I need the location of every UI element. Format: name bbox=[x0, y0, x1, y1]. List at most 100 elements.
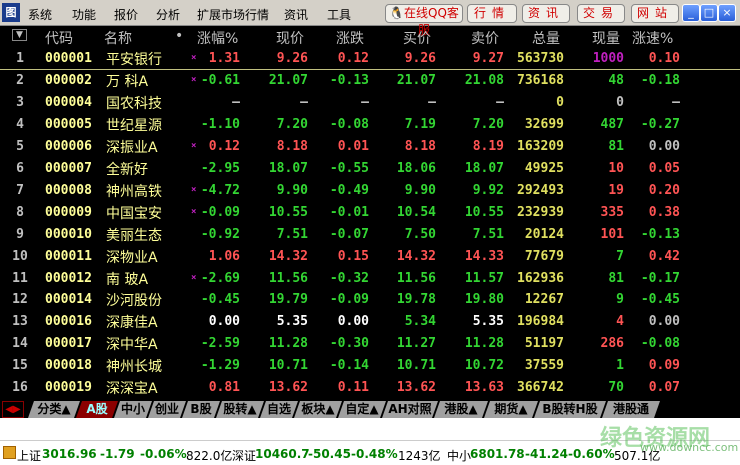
header-last-volume[interactable]: 现量 bbox=[592, 28, 620, 48]
stock-name: 深康佳A bbox=[106, 315, 158, 332]
header-change-pct[interactable]: 涨幅% bbox=[197, 28, 238, 48]
market-button[interactable]: 行情 bbox=[467, 4, 517, 23]
news-button[interactable]: 资讯 bbox=[522, 4, 570, 23]
stock-code: 000002 bbox=[45, 72, 92, 88]
table-row[interactable]: 4 000005 世纪星源 -1.10 7.20 -0.08 7.19 7.20 32699 48… bbox=[0, 114, 740, 136]
last-volume: 335 bbox=[600, 204, 624, 220]
close-icon[interactable]: × bbox=[718, 4, 736, 22]
ask: 7.51 bbox=[472, 226, 504, 242]
tab-9[interactable]: AH对照 bbox=[382, 401, 438, 418]
website-button[interactable]: 网站 bbox=[631, 4, 679, 23]
status-item: 3016.96 bbox=[42, 447, 97, 461]
tab-5[interactable]: 股转▲ bbox=[216, 401, 264, 418]
tab-2[interactable]: 中小 bbox=[114, 401, 152, 418]
menu-extended-market[interactable]: 扩展市场行情 bbox=[197, 6, 269, 23]
last-volume: 70 bbox=[608, 380, 624, 396]
tab-3[interactable]: 创业 bbox=[148, 401, 186, 418]
table-row[interactable]: 7 000008 神州高铁 × -4.72 9.90 -0.49 9.90 9.92 292493… bbox=[0, 180, 740, 202]
header-price[interactable]: 现价 bbox=[276, 28, 304, 48]
tab-6[interactable]: 自选 bbox=[260, 401, 298, 418]
stock-code: 000016 bbox=[45, 314, 92, 330]
maximize-icon[interactable]: □ bbox=[700, 4, 718, 22]
qq-service-button[interactable]: 🐧在线QQ客服 bbox=[385, 4, 463, 37]
stock-name: 深振业A bbox=[106, 139, 158, 156]
header-speed[interactable]: 涨速% bbox=[632, 28, 673, 48]
last-volume: 81 bbox=[608, 138, 624, 154]
table-row[interactable]: 2 000002 万 科A × -0.61 21.07 -0.13 21.07 21.08 736… bbox=[0, 70, 740, 92]
stock-code: 000009 bbox=[45, 204, 92, 220]
price: 5.35 bbox=[276, 314, 308, 330]
header-change[interactable]: 涨跌 bbox=[336, 28, 364, 48]
bid: 19.78 bbox=[396, 292, 436, 308]
stock-name: 深物业A bbox=[106, 249, 158, 266]
header-ask[interactable]: 卖价 bbox=[471, 28, 499, 48]
table-row[interactable]: 13 000016 深康佳A 0.00 5.35 0.00 5.34 5.35 196984 4 0… bbox=[0, 311, 740, 333]
table-row[interactable]: 1 000001 平安银行 × 1.31 9.26 0.12 9.26 9.27 563730 10… bbox=[0, 48, 740, 70]
tab-13[interactable]: 港股通 bbox=[602, 401, 660, 418]
row-index: 15 bbox=[12, 358, 28, 374]
change: -0.55 bbox=[329, 160, 369, 176]
tab-7[interactable]: 板块▲ bbox=[294, 401, 342, 418]
volume: 563730 bbox=[517, 51, 564, 66]
change-pct: 0.00 bbox=[208, 314, 240, 330]
table-row[interactable]: 11 000012 南 玻A × -2.69 11.56 -0.32 11.56 11.57 16… bbox=[0, 268, 740, 290]
change: 0.12 bbox=[337, 51, 369, 66]
tab-10[interactable]: 港股▲ bbox=[434, 401, 488, 418]
stock-code: 000019 bbox=[45, 380, 92, 396]
table-row[interactable]: 10 000011 深物业A 1.06 14.32 0.15 14.32 14.33 77679… bbox=[0, 246, 740, 268]
status-item: -50.45 bbox=[308, 447, 351, 461]
bid: 11.56 bbox=[396, 270, 436, 286]
tab-0[interactable]: 分类▲ bbox=[28, 401, 80, 418]
menu-analysis[interactable]: 分析 bbox=[156, 6, 180, 23]
change: -0.13 bbox=[329, 72, 369, 88]
row-index: 12 bbox=[12, 292, 28, 308]
table-row[interactable]: 15 000018 神州长城 -1.29 10.71 -0.14 10.71 10.72 375… bbox=[0, 355, 740, 377]
change-pct: 0.12 bbox=[208, 138, 240, 154]
trade-button[interactable]: 交易 bbox=[577, 4, 625, 23]
header-code[interactable]: 代码 bbox=[45, 28, 73, 48]
column-dropdown-icon[interactable]: ▼ bbox=[12, 29, 27, 41]
ask: 13.63 bbox=[464, 380, 504, 396]
ask: 14.33 bbox=[464, 248, 504, 264]
tab-11[interactable]: 期货▲ bbox=[484, 401, 538, 418]
menu-quote[interactable]: 报价 bbox=[114, 6, 138, 23]
table-row[interactable]: 5 000006 深振业A × 0.12 8.18 0.01 8.18 8.19 163209 81… bbox=[0, 136, 740, 158]
header-bid[interactable]: 买价 bbox=[403, 28, 431, 48]
stock-code: 000011 bbox=[45, 248, 92, 264]
price: 13.62 bbox=[268, 380, 308, 396]
table-row[interactable]: 12 000014 沙河股份 -0.45 19.79 -0.09 19.78 19.80 122… bbox=[0, 289, 740, 311]
qq-penguin-icon: 🐧 bbox=[389, 6, 405, 20]
row-index: 1 bbox=[16, 51, 24, 66]
tab-8[interactable]: 自定▲ bbox=[338, 401, 386, 418]
volume: 77679 bbox=[524, 248, 564, 264]
header-name[interactable]: 名称 bbox=[104, 28, 132, 48]
bid: 10.71 bbox=[396, 358, 436, 374]
table-row[interactable]: 14 000017 深中华A -2.59 11.28 -0.30 11.27 11.28 511… bbox=[0, 333, 740, 355]
tab-scroll-arrows-icon[interactable]: ◀▶ bbox=[2, 401, 24, 418]
change: -0.08 bbox=[329, 116, 369, 132]
menu-news[interactable]: 资讯 bbox=[284, 6, 308, 23]
menu-tools[interactable]: 工具 bbox=[327, 6, 351, 23]
table-row[interactable]: 8 000009 中国宝安 × -0.09 10.55 -0.01 10.54 10.55 232… bbox=[0, 202, 740, 224]
speed: 0.00 bbox=[648, 138, 680, 154]
status-item: 1243亿 bbox=[398, 449, 441, 463]
tab-1[interactable]: A股 bbox=[76, 401, 118, 418]
menu-system[interactable]: 系统 bbox=[28, 6, 52, 23]
minimize-icon[interactable]: _ bbox=[682, 4, 700, 22]
table-row[interactable]: 16 000019 深深宝A 0.81 13.62 0.11 13.62 13.63 36674… bbox=[0, 377, 740, 399]
change-pct: -1.29 bbox=[200, 358, 240, 374]
price: 7.20 bbox=[276, 116, 308, 132]
table-row[interactable]: 3 000004 国农科技 — — — — — 0 0 — bbox=[0, 92, 740, 114]
tab-4[interactable]: B股 bbox=[182, 401, 220, 418]
table-row[interactable]: 9 000010 美丽生态 -0.92 7.51 -0.07 7.50 7.51 20124 10… bbox=[0, 224, 740, 246]
stock-code: 000001 bbox=[45, 51, 92, 66]
stock-name: 平安银行 bbox=[106, 52, 162, 68]
last-volume: 9 bbox=[616, 292, 624, 308]
volume: 292493 bbox=[517, 182, 564, 198]
tab-12[interactable]: B股转H股 bbox=[534, 401, 606, 418]
header-volume[interactable]: 总量 bbox=[532, 28, 560, 48]
table-row[interactable]: 6 000007 全新好 -2.95 18.07 -0.55 18.06 18.07 49925… bbox=[0, 158, 740, 180]
speed: 0.05 bbox=[648, 160, 680, 176]
price: 9.26 bbox=[276, 51, 308, 66]
menu-function[interactable]: 功能 bbox=[72, 6, 96, 23]
